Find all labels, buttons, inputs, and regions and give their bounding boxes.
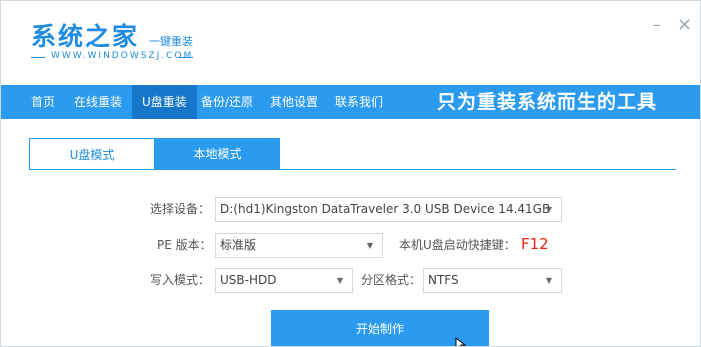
pe-version-label: PE 版本： [157, 238, 212, 252]
write-mode-label: 写入模式： [150, 273, 211, 287]
nav-item-online-reinstall[interactable]: 在线重装 [64, 85, 132, 119]
chevron-down-icon: ▼ [545, 205, 552, 214]
tabs-divider [29, 169, 676, 170]
nav-item-usb-reinstall[interactable]: U盘重装 [132, 85, 197, 119]
write-mode-value: USB-HDD [220, 273, 277, 287]
app-window: 系统之家 一键重装 WWW.WINDOWSZJ.COM – × 首页 在线重装 … [0, 0, 701, 347]
partition-format-select[interactable]: NTFS ▼ [423, 268, 562, 293]
brand-line-left [31, 57, 45, 58]
hotkey-label: 本机U盘启动快捷键： [399, 238, 516, 252]
close-button[interactable]: × [677, 16, 692, 34]
hotkey-value: F12 [521, 235, 549, 253]
nav-item-contact-us[interactable]: 联系我们 [335, 85, 383, 119]
chevron-down-icon: ▼ [336, 276, 343, 285]
tab-local-mode[interactable]: 本地模式 [155, 138, 280, 170]
app-header: 系统之家 一键重装 WWW.WINDOWSZJ.COM – × [1, 1, 700, 85]
pe-version-select[interactable]: 标准版 ▼ [215, 233, 383, 258]
write-mode-select[interactable]: USB-HDD ▼ [215, 268, 353, 293]
brand-url: WWW.WINDOWSZJ.COM [51, 51, 194, 61]
nav-slogan: 只为重装系统而生的工具 [437, 91, 658, 113]
brand-title: 系统之家 [31, 22, 140, 51]
device-label: 选择设备： [150, 202, 211, 216]
minimize-button[interactable]: – [653, 17, 661, 33]
chevron-down-icon: ▼ [545, 276, 552, 285]
tab-usb-mode[interactable]: U盘模式 [29, 138, 155, 170]
partition-format-label: 分区格式： [361, 273, 422, 287]
chevron-down-icon: ▼ [366, 241, 373, 250]
nav-item-other-settings[interactable]: 其他设置 [270, 85, 318, 119]
main-nav: 首页 在线重装 U盘重装 备份/还原 其他设置 联系我们 只为重装系统而生的工具 [1, 85, 700, 119]
brand-line-right [179, 57, 193, 58]
partition-format-value: NTFS [428, 273, 459, 287]
device-select[interactable]: D:(hd1)Kingston DataTraveler 3.0 USB Dev… [215, 197, 562, 222]
nav-item-backup-restore[interactable]: 备份/还原 [201, 85, 253, 119]
mouse-cursor-icon [455, 337, 467, 346]
brand-tagline: 一键重装 [149, 35, 193, 48]
pe-version-value: 标准版 [220, 238, 257, 252]
device-select-value: D:(hd1)Kingston DataTraveler 3.0 USB Dev… [220, 202, 551, 216]
